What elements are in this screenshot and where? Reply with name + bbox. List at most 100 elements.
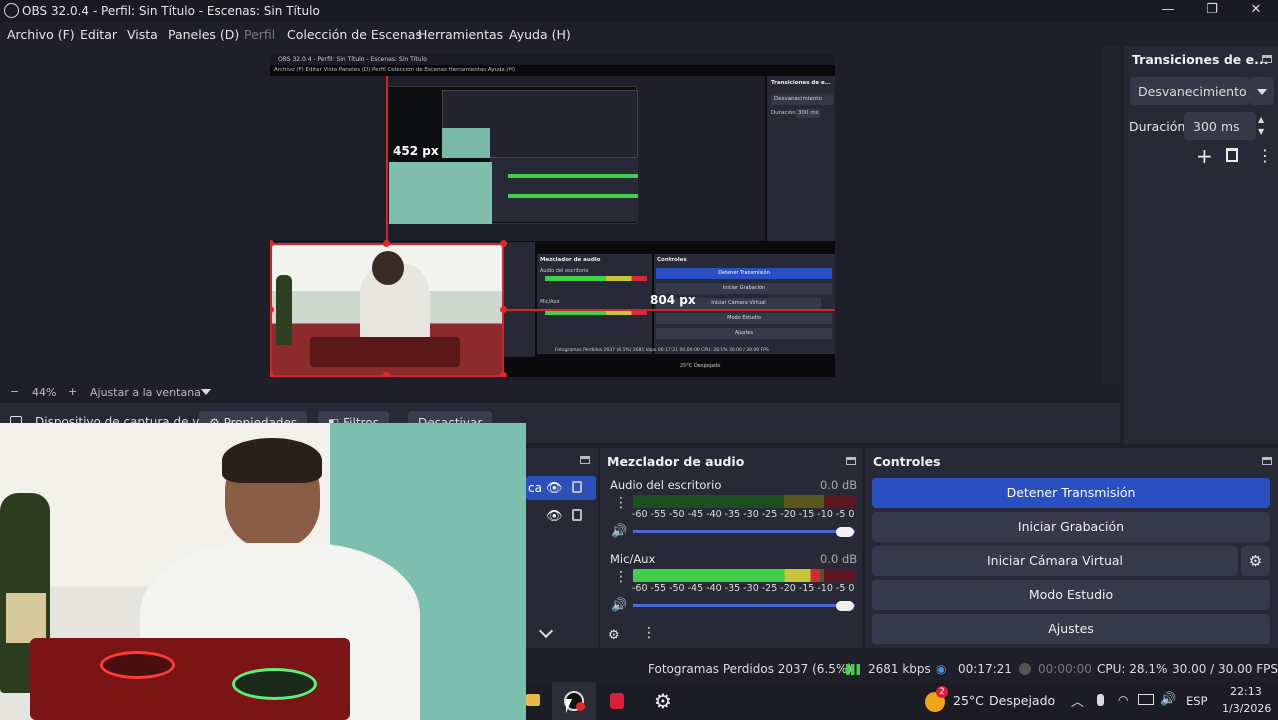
zoom-bar: − 44% + Ajustar a la ventana — [0, 384, 1120, 402]
stop-streaming-button[interactable]: Detener Transmisión — [872, 478, 1270, 508]
virtual-camera-settings-button[interactable]: ⚙ — [1241, 546, 1270, 576]
transition-select[interactable]: Desvanecimiento — [1130, 77, 1250, 105]
desktop-volume-slider[interactable] — [633, 530, 855, 533]
eye-icon-2[interactable]: 👁 — [546, 509, 563, 524]
transition-more-button[interactable]: ⋮ — [1257, 146, 1273, 165]
zoom-in-button[interactable]: + — [68, 385, 77, 398]
speaker-icon[interactable]: 🔊 — [611, 598, 627, 613]
sources-dock: ca 👁 👁 — [526, 448, 598, 648]
jog-wheel-right — [232, 668, 317, 700]
menu-herramientas[interactable]: Herramientas — [418, 27, 503, 42]
desktop-ticks: -60 -55 -50 -45 -40 -35 -30 -25 -20 -15 … — [632, 509, 855, 520]
wifi-icon[interactable]: ◠ — [1118, 693, 1128, 707]
stream-icon: ◉ — [936, 662, 947, 676]
nested-status: Fotogramas Perdidos 2037 (6.5%) 2681 kbp… — [555, 348, 769, 353]
menu-vista[interactable]: Vista — [127, 27, 158, 42]
selection-box[interactable] — [270, 243, 504, 377]
close-button[interactable]: ✕ — [1234, 0, 1278, 22]
channel-desktop-menu[interactable]: ⋮ — [614, 496, 628, 510]
channel-mic-menu[interactable]: ⋮ — [614, 570, 628, 584]
guide-right — [504, 309, 835, 311]
language-indicator[interactable]: ESP — [1186, 694, 1208, 708]
desktop-meter — [633, 495, 855, 508]
mouse-cursor-icon — [566, 699, 572, 713]
controls-float-icon[interactable] — [1262, 457, 1272, 465]
resize-handle-tr[interactable] — [500, 240, 507, 247]
channel-desktop-db: 0.0 dB — [820, 478, 858, 492]
dock-float-icon[interactable] — [1262, 55, 1272, 63]
preview-right-scrollbar[interactable] — [1102, 46, 1120, 384]
obs-taskbar-button[interactable] — [552, 682, 596, 720]
mixer-settings-icon[interactable]: ⚙ — [608, 628, 620, 643]
start-virtual-camera-button[interactable]: Iniciar Cámara Virtual — [872, 546, 1238, 576]
mic-volume-slider[interactable] — [633, 604, 855, 607]
eye-icon[interactable]: 👁 — [546, 481, 563, 496]
desktop-volume-knob[interactable] — [836, 527, 854, 537]
source-item-label: ca — [528, 481, 542, 495]
app-red-icon[interactable] — [610, 693, 624, 709]
controls-dock: Controles Detener Transmisión Iniciar Gr… — [865, 448, 1278, 648]
fps: 30.00 / 30.00 FPS — [1172, 662, 1278, 676]
trash-icon[interactable] — [1226, 148, 1238, 162]
menu-perfil[interactable]: Perfil — [244, 27, 275, 42]
menu-ayuda[interactable]: Ayuda (H) — [509, 27, 571, 42]
clock-time[interactable]: 22:13 — [1230, 685, 1262, 698]
volume-icon[interactable]: 🔊 — [1160, 692, 1176, 707]
add-transition-button[interactable]: + — [1196, 144, 1213, 168]
mixer-title: Mezclador de audio — [607, 454, 745, 469]
settings-button[interactable]: Ajustes — [872, 614, 1270, 644]
duration-input[interactable]: 300 ms — [1184, 112, 1256, 140]
transition-dropdown-button[interactable] — [1250, 77, 1274, 105]
sources-float-icon[interactable] — [580, 456, 590, 464]
dropped-frames: Fotogramas Perdidos 2037 (6.5%) — [648, 662, 852, 676]
mixer-float-icon[interactable] — [846, 457, 856, 465]
mixer-more-button[interactable]: ⋮ — [642, 626, 656, 640]
weather-temp[interactable]: 25°C — [953, 693, 984, 708]
studio-mode-button[interactable]: Modo Estudio — [872, 580, 1270, 610]
start-recording-button[interactable]: Iniciar Grabación — [872, 512, 1270, 542]
mic-volume-knob[interactable] — [836, 601, 854, 611]
resize-handle-bc[interactable] — [383, 372, 390, 377]
settings-taskbar-icon[interactable]: ⚙ — [654, 689, 672, 713]
zoom-out-button[interactable]: − — [10, 385, 19, 398]
zoom-level: 44% — [32, 386, 57, 399]
menu-coleccion-escenas[interactable]: Colección de Escenas — [287, 27, 422, 42]
menu-paneles[interactable]: Paneles (D) — [168, 27, 239, 42]
microphone-icon[interactable] — [1097, 694, 1104, 706]
nested-inner-bar-2 — [508, 194, 638, 198]
lock-icon-2[interactable] — [572, 509, 582, 521]
restore-button[interactable]: ❐ — [1190, 0, 1234, 22]
speaker-icon[interactable]: 🔊 — [611, 524, 627, 539]
chevron-down-icon[interactable] — [538, 623, 554, 639]
resize-handle-tc[interactable] — [383, 240, 390, 247]
network-icon[interactable] — [1138, 694, 1154, 705]
nested-btn-4: Modo Estudio — [656, 313, 832, 324]
menu-editar[interactable]: Editar — [80, 27, 117, 42]
menu-bar: Archivo (F) Editar Vista Paneles (D) Per… — [0, 22, 1278, 46]
mic-ticks: -60 -55 -50 -45 -40 -35 -30 -25 -20 -15 … — [632, 583, 855, 594]
duration-spinner[interactable]: ▲ ▼ — [1258, 114, 1264, 138]
transitions-dock: Transiciones de e... Desvanecimiento Dur… — [1124, 46, 1278, 444]
resize-handle-bl[interactable] — [270, 372, 274, 377]
nested-btn-1: Detener Transmisión — [656, 268, 832, 279]
lock-icon[interactable] — [572, 481, 582, 493]
resize-handle-br[interactable] — [500, 372, 507, 377]
nested-duration: Duración — [771, 110, 796, 116]
controls-title: Controles — [873, 454, 941, 469]
nested-mixer: Mezclador de audio — [540, 257, 601, 263]
record-time: 00:00:00 — [1038, 662, 1092, 676]
channel-mic-db: 0.0 dB — [820, 552, 858, 566]
resize-handle-mr[interactable] — [500, 306, 507, 313]
minimize-button[interactable]: — — [1146, 0, 1190, 22]
nested-ms: 300 ms — [796, 109, 820, 118]
fit-window-label[interactable]: Ajustar a la ventana — [90, 386, 201, 399]
tray-chevron-icon[interactable]: ︿ — [1071, 691, 1084, 710]
weather-badge: 2 — [936, 686, 948, 698]
menu-archivo[interactable]: Archivo (F) — [7, 27, 75, 42]
preview-canvas[interactable]: OBS 32.0.4 - Perfil: Sin Título - Escena… — [270, 54, 835, 377]
clock-date[interactable]: 1/3/2026 — [1222, 702, 1271, 715]
fit-dropdown-icon[interactable] — [201, 389, 211, 395]
recording-dot-icon — [576, 702, 585, 711]
file-explorer-icon[interactable] — [526, 694, 540, 706]
weather-desc[interactable]: Despejado — [989, 693, 1055, 708]
